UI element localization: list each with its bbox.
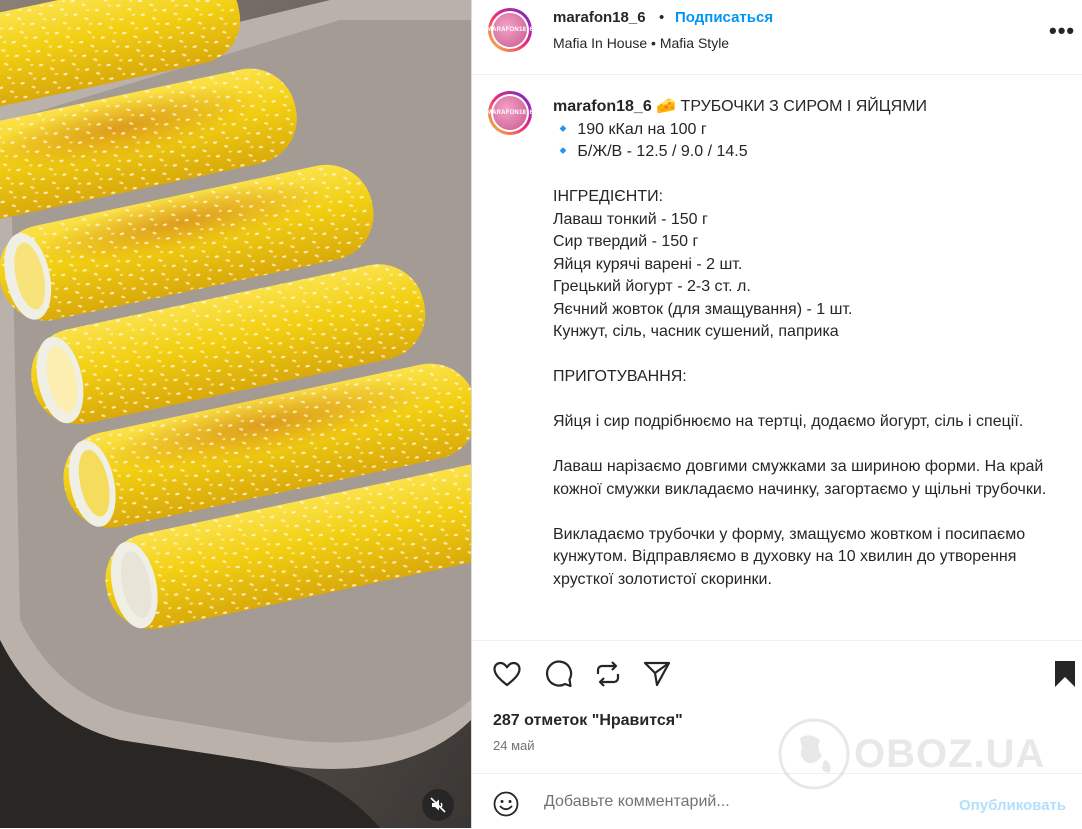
paper-plane-icon[interactable] xyxy=(642,659,672,689)
caption-line: Яйця і сир подрібнюємо на тертці, додаєм… xyxy=(553,413,1024,430)
caption-avatar[interactable]: MARAFON18_6 xyxy=(487,91,533,135)
caption-line: Лаваш тонкий - 150 г xyxy=(553,210,708,228)
caption-blank-line xyxy=(553,164,1053,187)
caption-line: 🔹 Б/Ж/В - 12.5 / 9.0 / 14.5 xyxy=(553,143,748,160)
publish-button[interactable]: Опубликовать xyxy=(959,797,1066,814)
caption-lines: 🔹 190 кКал на 100 г 🔹 Б/Ж/В - 12.5 / 9.0 … xyxy=(553,119,1053,592)
post-date[interactable]: 24 май xyxy=(493,738,535,753)
caption-line: ІНГРЕДІЄНТИ: xyxy=(553,188,664,205)
comment-input[interactable] xyxy=(542,792,926,812)
speaker-muted-icon xyxy=(430,797,446,813)
watermark-text: OBOZ.UA xyxy=(854,731,1046,776)
caption-blank-line xyxy=(553,344,1053,367)
caption-username[interactable]: marafon18_6 xyxy=(553,98,652,115)
post-header: MARAFON18_6 marafon18_6 • Подписаться Ma… xyxy=(472,0,1082,75)
caption-line: Лаваш нарізаємо довгими смужками за шири… xyxy=(553,458,1047,498)
mute-button[interactable] xyxy=(422,789,454,821)
caption-text: marafon18_6 🧀 ТРУБОЧКИ З СИРОМ І ЯЙЦЯМИ … xyxy=(553,96,1053,591)
caption-area: MARAFON18_6 marafon18_6 🧀 ТРУБОЧКИ З СИР… xyxy=(472,75,1082,640)
food-photo xyxy=(0,0,471,828)
caption-line: Кунжут, сіль, часник сушений, паприка xyxy=(553,323,839,340)
avatar-image: MARAFON18_6 xyxy=(487,13,533,47)
caption-line: 🔹 190 кКал на 100 г xyxy=(553,120,707,138)
globe-logo-icon xyxy=(778,718,850,790)
caption-line: Викладаємо трубочки у форму, змащуємо жо… xyxy=(553,525,1026,588)
comment-bubble-icon[interactable] xyxy=(543,659,573,689)
author-username[interactable]: marafon18_6 xyxy=(553,9,646,26)
watermark: OBOZ.UA xyxy=(776,716,1045,792)
more-options-icon[interactable]: ••• xyxy=(1049,18,1075,44)
post-panel: MARAFON18_6 marafon18_6 • Подписаться Ma… xyxy=(471,0,1082,828)
caption-blank-line xyxy=(553,501,1053,524)
action-bar xyxy=(472,640,1082,711)
smiley-icon[interactable] xyxy=(493,791,519,817)
repost-icon[interactable] xyxy=(593,659,623,689)
post-media[interactable] xyxy=(0,0,471,828)
caption-line: Сир твердий - 150 г xyxy=(553,233,699,250)
caption-line: Яйця курячі варені - 2 шт. xyxy=(553,255,743,273)
likes-count[interactable]: 287 отметок "Нравится" xyxy=(493,712,683,730)
caption-line: Яєчний жовток (для змащування) - 1 шт. xyxy=(553,300,853,318)
caption-avatar-image: MARAFON18_6 xyxy=(487,96,533,130)
cheese-emoji: 🧀 xyxy=(656,98,677,115)
avatar[interactable]: MARAFON18_6 xyxy=(487,8,533,52)
caption-blank-line xyxy=(553,389,1053,412)
heart-icon[interactable] xyxy=(492,659,522,689)
caption-title: ТРУБОЧКИ З СИРОМ І ЯЙЦЯМИ xyxy=(680,98,928,115)
caption-line: Грецький йогурт - 2-3 ст. л. xyxy=(553,278,751,295)
post-subtitle[interactable]: Mafia In House • Mafia Style xyxy=(553,35,729,51)
bookmark-icon[interactable] xyxy=(1050,659,1080,689)
caption-blank-line xyxy=(553,434,1053,457)
separator-dot: • xyxy=(659,9,665,26)
follow-button[interactable]: Подписаться xyxy=(675,9,773,26)
caption-line: ПРИГОТУВАННЯ: xyxy=(553,368,687,385)
